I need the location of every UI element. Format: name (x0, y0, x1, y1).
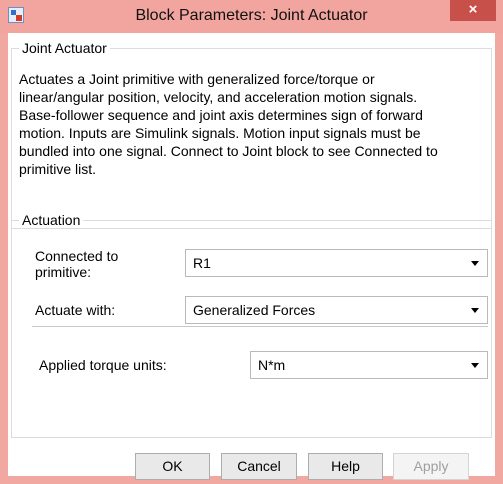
title-bar: Block Parameters: Joint Actuator × (0, 0, 503, 33)
close-button[interactable]: × (450, 0, 496, 21)
applied-torque-units-value: N*m (258, 357, 286, 373)
connected-to-primitive-label: Connected to primitive: (35, 248, 119, 280)
ok-button[interactable]: OK (135, 453, 210, 480)
window-title: Block Parameters: Joint Actuator (135, 7, 368, 24)
dialog-client-area: Joint Actuator Actuates a Joint primitiv… (8, 33, 495, 480)
cancel-button[interactable]: Cancel (221, 453, 297, 480)
description-line: linear/angular position, velocity, and a… (19, 89, 418, 105)
block-description: Actuates a Joint primitive with generali… (19, 70, 483, 178)
dropdown-arrow-icon (471, 261, 479, 266)
description-line: motion. Inputs are Simulink signals. Mot… (19, 125, 421, 141)
connected-to-primitive-dropdown[interactable]: R1 (185, 249, 488, 277)
actuate-with-value: Generalized Forces (193, 302, 316, 318)
description-line: Base-follower sequence and joint axis de… (19, 107, 423, 123)
help-button[interactable]: Help (308, 453, 383, 480)
actuate-with-label: Actuate with: (35, 302, 116, 318)
actuation-group-legend: Actuation (19, 212, 84, 228)
description-group-legend: Joint Actuator (19, 40, 110, 56)
dropdown-arrow-icon (471, 363, 479, 368)
dialog-window: Block Parameters: Joint Actuator × Joint… (0, 0, 503, 484)
connected-to-primitive-value: R1 (193, 255, 211, 271)
separator-line (32, 326, 488, 327)
description-group: Joint Actuator Actuates a Joint primitiv… (11, 40, 492, 229)
dropdown-arrow-icon (471, 308, 479, 313)
applied-torque-units-dropdown[interactable]: N*m (250, 351, 488, 379)
description-line: primitive list. (19, 161, 97, 177)
applied-torque-units-label: Applied torque units: (39, 357, 167, 373)
description-line: bundled into one signal. Connect to Join… (19, 143, 438, 159)
description-line: Actuates a Joint primitive with generali… (19, 71, 375, 87)
apply-button[interactable]: Apply (393, 453, 469, 480)
actuate-with-dropdown[interactable]: Generalized Forces (185, 296, 488, 324)
